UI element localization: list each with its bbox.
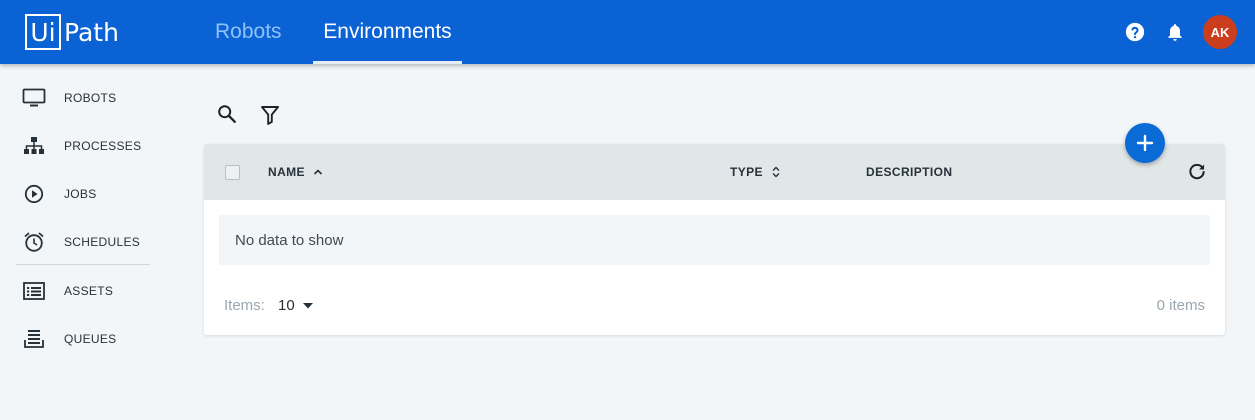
sidebar-item-assets[interactable]: ASSETS (16, 269, 150, 313)
top-app-bar: Ui Path Robots Environments AK (0, 0, 1255, 64)
column-header-label: DESCRIPTION (866, 165, 953, 179)
total-items-count: 0 items (1156, 297, 1205, 314)
table-footer: Items: 10 0 items (204, 289, 1225, 325)
sidebar-item-label: QUEUES (64, 332, 117, 346)
refresh-icon[interactable] (1186, 161, 1208, 183)
tab-environments[interactable]: Environments (313, 0, 462, 64)
sidebar-divider (16, 264, 150, 265)
sidebar-item-processes[interactable]: PROCESSES (16, 124, 150, 168)
add-button[interactable] (1125, 123, 1165, 163)
sidebar-item-label: SCHEDULES (64, 235, 141, 249)
column-header-label: TYPE (730, 165, 763, 179)
column-header-label: NAME (268, 165, 305, 179)
alarm-clock-icon (16, 230, 52, 254)
column-header-type[interactable]: TYPE (730, 144, 781, 200)
sidebar-item-label: JOBS (64, 187, 97, 201)
list-box-icon (16, 279, 52, 303)
sidebar-item-jobs[interactable]: JOBS (16, 172, 150, 216)
filter-icon[interactable] (256, 101, 284, 129)
sidebar-item-label: PROCESSES (64, 139, 142, 153)
bell-icon[interactable] (1163, 20, 1187, 44)
sidebar-item-schedules[interactable]: SCHEDULES (16, 220, 150, 264)
play-circle-icon (16, 182, 52, 206)
select-all-checkbox[interactable] (225, 165, 240, 180)
sidebar-item-queues[interactable]: QUEUES (16, 317, 150, 361)
tab-robots[interactable]: Robots (215, 0, 282, 64)
sidebar: ROBOTS PROCESSES JOBS SCHEDULES ASSETS Q… (0, 64, 165, 420)
logo-text: Path (64, 17, 119, 47)
search-icon[interactable] (213, 100, 241, 128)
hierarchy-icon (16, 134, 52, 158)
monitor-icon (16, 86, 52, 110)
caret-down-icon (302, 302, 313, 309)
add-icon (1136, 134, 1154, 152)
queue-stack-icon (16, 327, 52, 351)
page-size-value: 10 (278, 297, 295, 314)
column-header-description: DESCRIPTION (866, 144, 952, 200)
page-size-label: Items: (224, 297, 265, 314)
empty-state-message: No data to show (219, 215, 1210, 265)
sidebar-item-robots[interactable]: ROBOTS (16, 76, 150, 120)
sort-toggle-icon (771, 165, 781, 179)
uipath-logo[interactable]: Ui Path (25, 14, 119, 50)
environments-table: NAME TYPE DESCRIPTION No data to show It… (204, 144, 1225, 335)
sidebar-item-label: ROBOTS (64, 91, 117, 105)
active-tab-indicator (313, 61, 462, 64)
logo-box: Ui (25, 14, 61, 50)
page-size-dropdown[interactable]: 10 (278, 297, 313, 314)
sort-ascending-icon (313, 168, 323, 176)
column-header-name[interactable]: NAME (268, 144, 323, 200)
help-icon[interactable] (1123, 20, 1147, 44)
sidebar-item-label: ASSETS (64, 284, 114, 298)
table-header: NAME TYPE DESCRIPTION (204, 144, 1225, 200)
user-avatar[interactable]: AK (1203, 15, 1237, 49)
